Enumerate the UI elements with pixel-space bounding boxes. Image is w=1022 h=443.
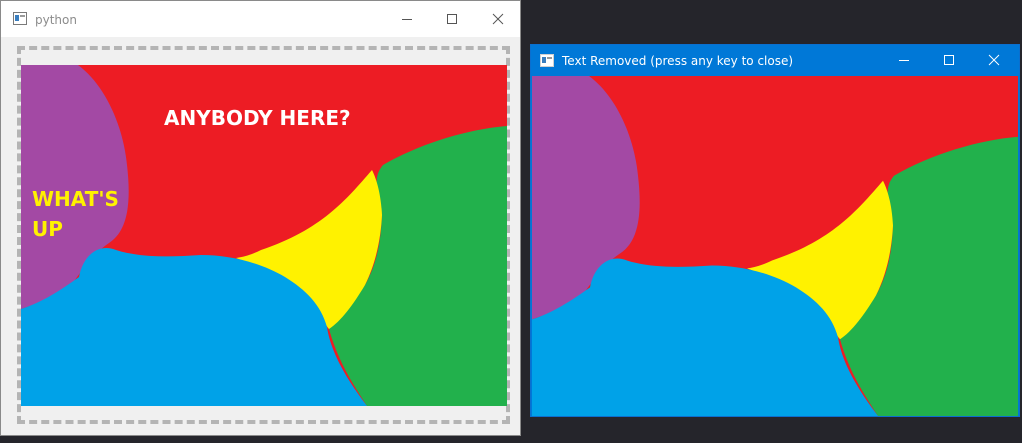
maximize-button[interactable]	[926, 45, 972, 75]
window-title: python	[35, 13, 77, 27]
close-button[interactable]	[971, 45, 1017, 75]
close-button[interactable]	[475, 1, 521, 37]
minimize-icon	[402, 19, 412, 20]
close-icon	[988, 54, 1000, 66]
close-icon	[492, 13, 504, 25]
result-image-canvas	[532, 76, 1018, 416]
caption-whats-up: WHAT'S UP	[32, 187, 119, 241]
app-icon	[540, 54, 554, 67]
minimize-icon	[899, 60, 909, 61]
window-title: Text Removed (press any key to close)	[562, 54, 794, 68]
maximize-icon	[944, 55, 954, 65]
text-removed-window: Text Removed (press any key to close)	[530, 44, 1020, 417]
result-image	[532, 76, 1018, 416]
title-bar[interactable]: python	[1, 1, 520, 37]
source-image-canvas: ANYBODY HERE? WHAT'S UP	[21, 65, 507, 406]
maximize-icon	[447, 14, 457, 24]
python-window: python ANYBODY HERE? WHAT'S UP	[0, 0, 521, 436]
title-bar[interactable]: Text Removed (press any key to close)	[531, 45, 1019, 75]
minimize-button[interactable]	[384, 1, 430, 37]
maximize-button[interactable]	[429, 1, 475, 37]
caption-anybody-here: ANYBODY HERE?	[164, 106, 351, 130]
minimize-button[interactable]	[881, 45, 927, 75]
app-icon	[13, 12, 27, 25]
